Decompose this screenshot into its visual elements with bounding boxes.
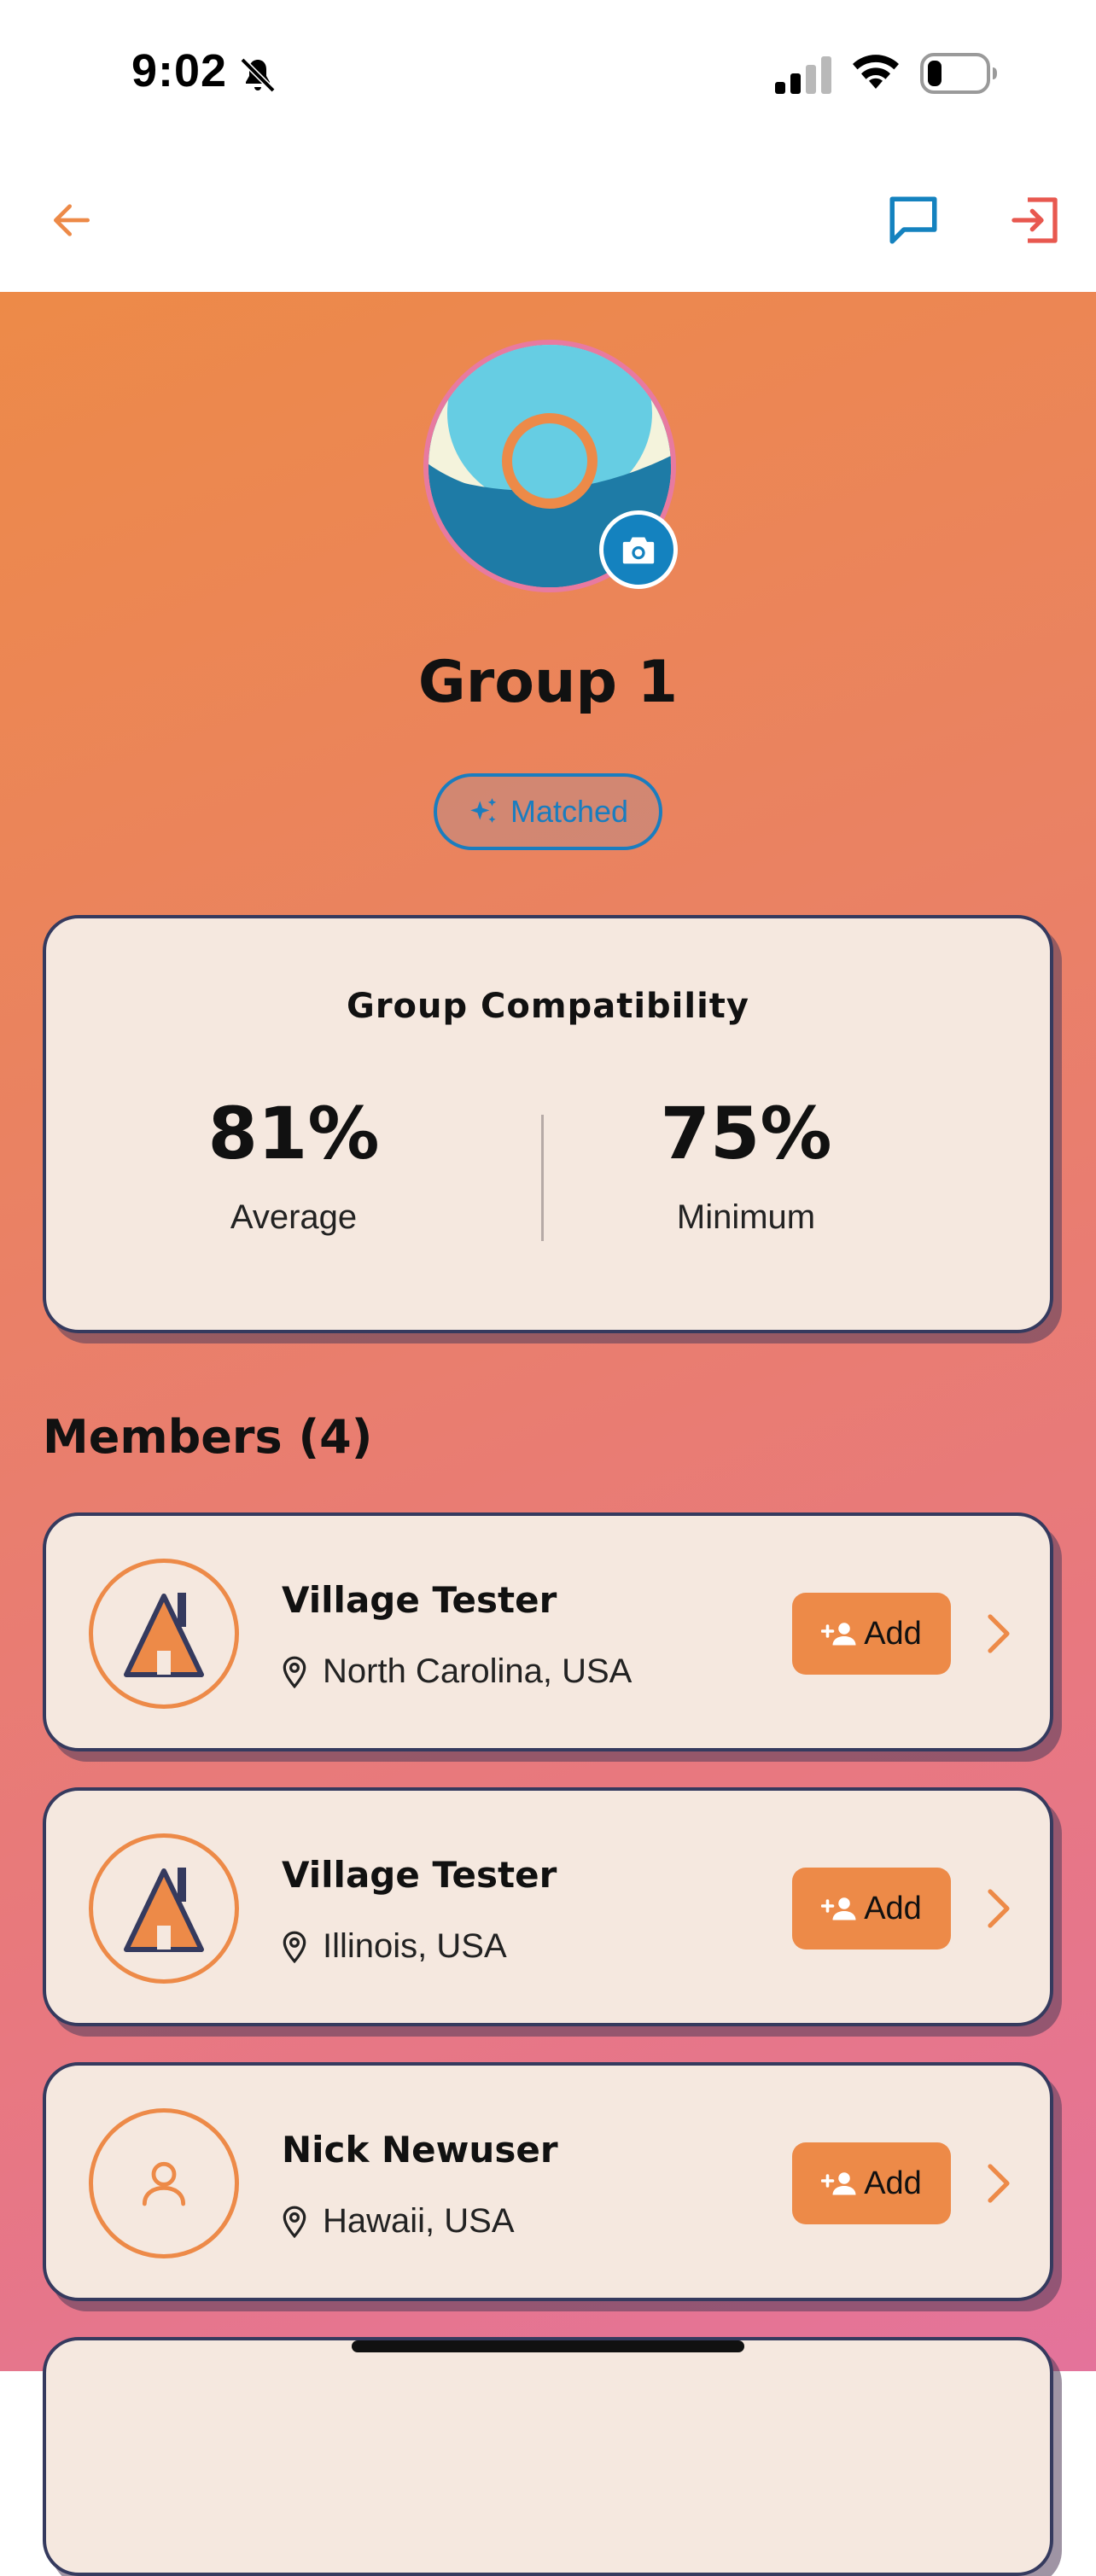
matched-badge-label: Matched: [510, 794, 629, 829]
map-pin-icon: [283, 2206, 306, 2238]
back-button[interactable]: [38, 186, 106, 254]
home-indicator: [352, 2340, 744, 2352]
members-heading: Members (4): [43, 1410, 373, 1464]
minimum-label: Minimum: [676, 1198, 816, 1236]
person-add-icon: [821, 2172, 856, 2195]
group-detail-content: Group 1 Matched Group Compatibility 81% …: [0, 292, 1096, 2576]
chat-button[interactable]: [879, 186, 947, 254]
map-pin-icon: [283, 1931, 306, 1963]
person-add-icon: [821, 1897, 856, 1920]
member-location: North Carolina, USA: [282, 1652, 632, 1691]
add-member-button[interactable]: Add: [792, 1868, 951, 1949]
member-location: Illinois, USA: [282, 1927, 507, 1966]
person-icon: [142, 2161, 186, 2206]
compatibility-title: Group Compatibility: [346, 987, 749, 1026]
map-pin-icon: [283, 1656, 306, 1688]
exit-icon: [1011, 197, 1058, 243]
chevron-right-icon[interactable]: [982, 1886, 1016, 1931]
member-avatar: [89, 1833, 239, 1984]
house-logo-icon: [124, 1868, 204, 1952]
chat-bubble-icon: [889, 196, 937, 244]
average-label: Average: [230, 1198, 358, 1236]
status-bar: 9:02: [0, 0, 1096, 145]
arrow-left-icon: [53, 204, 90, 236]
camera-icon: [622, 537, 655, 564]
add-button-label: Add: [864, 1615, 922, 1652]
wifi-icon: [853, 55, 899, 89]
status-time: 9:02: [131, 45, 228, 96]
minimum-stat: 75% Minimum: [533, 1098, 959, 1237]
member-card[interactable]: Village Tester Illinois, USA Add: [43, 1787, 1053, 2026]
top-nav-bar: [0, 145, 1096, 292]
group-name: Group 1: [417, 649, 679, 716]
leave-group-button[interactable]: [1000, 186, 1069, 254]
add-member-button[interactable]: Add: [792, 1593, 951, 1675]
house-logo-icon: [124, 1593, 204, 1677]
member-avatar: [89, 1559, 239, 1709]
member-location-text: North Carolina, USA: [323, 1652, 633, 1690]
chevron-right-icon[interactable]: [982, 2161, 1016, 2206]
member-location: Hawaii, USA: [282, 2202, 515, 2241]
member-name: Village Tester: [282, 1579, 557, 1621]
group-avatar-container: [423, 340, 678, 592]
member-name: Nick Newuser: [282, 2129, 558, 2171]
member-card-partial[interactable]: [43, 2337, 1053, 2576]
sparkles-icon: [470, 798, 497, 823]
person-add-icon: [821, 1623, 856, 1646]
add-button-label: Add: [864, 2165, 922, 2201]
average-stat: 81% Average: [80, 1098, 507, 1237]
member-location-text: Hawaii, USA: [323, 2202, 515, 2240]
battery-icon: [920, 53, 997, 94]
member-name: Village Tester: [282, 1854, 557, 1896]
cellular-signal-icon: [775, 56, 831, 94]
member-avatar: [89, 2108, 239, 2258]
member-card[interactable]: Village Tester North Carolina, USA Add: [43, 1512, 1053, 1751]
minimum-value: 75%: [660, 1092, 832, 1175]
member-location-text: Illinois, USA: [323, 1927, 507, 1965]
bell-slash-icon: [240, 57, 276, 93]
matched-badge: Matched: [434, 773, 662, 850]
compatibility-card: Group Compatibility 81% Average 75% Mini…: [43, 915, 1053, 1333]
change-photo-button[interactable]: [599, 510, 678, 589]
chevron-right-icon[interactable]: [982, 1611, 1016, 1656]
add-member-button[interactable]: Add: [792, 2142, 951, 2224]
add-button-label: Add: [864, 1890, 922, 1926]
member-card[interactable]: Nick Newuser Hawaii, USA Add: [43, 2062, 1053, 2301]
average-value: 81%: [207, 1092, 380, 1175]
